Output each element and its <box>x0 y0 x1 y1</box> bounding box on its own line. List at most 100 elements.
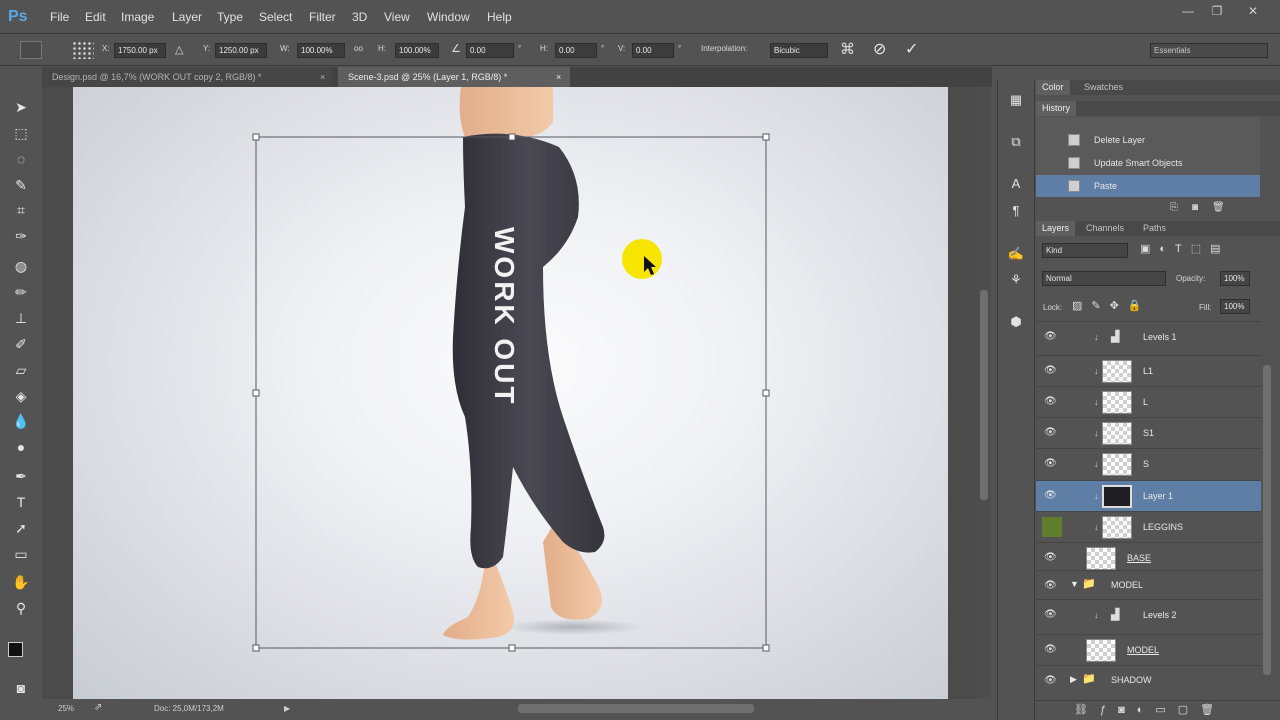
layer-row-selected[interactable]: 👁 ↓ Layer 1 <box>1036 480 1261 511</box>
visibility-off-box[interactable] <box>1042 517 1062 537</box>
visibility-eye-icon[interactable]: 👁 <box>1044 580 1058 592</box>
layer-action-icons[interactable]: ⛓ƒ◙◐▭▢🗑 <box>1074 703 1226 716</box>
tab-swatches[interactable]: Swatches <box>1078 80 1129 95</box>
layer-row[interactable]: 👁 ↓ ▟ Levels 2 <box>1036 599 1261 630</box>
menu-layer[interactable]: Layer <box>172 0 202 34</box>
menu-help[interactable]: Help <box>487 0 512 34</box>
collapse-group-icon[interactable]: ▶ <box>1070 674 1077 685</box>
lock-icons[interactable]: ▨✎✥🔒 <box>1072 299 1151 312</box>
foreground-color-swatch[interactable] <box>8 642 23 657</box>
tab-design[interactable]: Design.psd @ 16,7% (WORK OUT copy 2, RGB… <box>42 67 332 87</box>
visibility-eye-icon[interactable]: 👁 <box>1044 331 1058 343</box>
height-field[interactable]: 100.00% <box>395 43 439 58</box>
menu-3d[interactable]: 3D <box>352 0 367 34</box>
layer-group-row[interactable]: 👁 ▶ 📁 SHADOW <box>1036 665 1261 693</box>
visibility-eye-icon[interactable]: 👁 <box>1044 365 1058 377</box>
document-canvas[interactable]: WORK OUT <box>73 87 948 699</box>
width-field[interactable]: 100.00% <box>297 43 345 58</box>
quick-select-tool-icon[interactable]: ✎ <box>10 174 32 196</box>
history-item[interactable]: Delete Layer <box>1036 129 1260 151</box>
layer-row[interactable]: 👁 ↓ S1 <box>1036 417 1261 448</box>
expand-group-icon[interactable]: ▼ <box>1070 579 1079 589</box>
eraser-tool-icon[interactable]: ▱ <box>10 359 32 381</box>
visibility-eye-icon[interactable]: 👁 <box>1044 396 1058 408</box>
transform-tool-icon[interactable] <box>20 41 42 59</box>
menu-edit[interactable]: Edit <box>85 0 106 34</box>
tab-color[interactable]: Color <box>1036 80 1070 95</box>
dodge-tool-icon[interactable]: ● <box>10 436 32 458</box>
tab-design-close-icon[interactable]: × <box>320 67 325 87</box>
paint-bucket-tool-icon[interactable]: ◈ <box>10 385 32 407</box>
cancel-transform-icon[interactable]: ⊘ <box>873 39 886 59</box>
blur-tool-icon[interactable]: 💧 <box>10 410 32 432</box>
layer-row[interactable]: 👁 ↓ S <box>1036 448 1261 479</box>
restore-button[interactable]: ❐ <box>1206 4 1228 18</box>
menu-image[interactable]: Image <box>121 0 154 34</box>
horizontal-scrollbar-thumb[interactable] <box>518 704 754 713</box>
healing-tool-icon[interactable]: ◍ <box>10 255 32 277</box>
close-window-button[interactable]: ✕ <box>1238 4 1268 18</box>
visibility-eye-icon[interactable]: 👁 <box>1044 427 1058 439</box>
adjustments-panel-icon[interactable]: ▦ <box>1006 90 1026 110</box>
delta-icon[interactable]: △ <box>175 43 183 56</box>
3d-panel-icon[interactable]: ⬢ <box>1006 312 1026 332</box>
x-field[interactable]: 1750.00 px <box>114 43 166 58</box>
clone-source-icon[interactable]: ⚘ <box>1006 270 1026 290</box>
tab-channels[interactable]: Channels <box>1080 221 1130 236</box>
warp-icon[interactable]: ⌘ <box>840 40 855 58</box>
vskew-field[interactable]: 0.00 <box>632 43 674 58</box>
vertical-scrollbar-thumb[interactable] <box>980 290 988 500</box>
tab-scene[interactable]: Scene-3.psd @ 25% (Layer 1, RGB/8) * × <box>338 67 570 87</box>
workspace-select[interactable]: Essentials <box>1150 43 1268 58</box>
menu-select[interactable]: Select <box>259 0 292 34</box>
layer-row[interactable]: 👁 BASE <box>1036 542 1261 573</box>
commit-transform-icon[interactable]: ✓ <box>905 39 918 59</box>
layer-filter-icons[interactable]: ▣◐T⬚▤ <box>1140 242 1230 255</box>
interpolation-select[interactable]: Bicubic <box>770 43 828 58</box>
layer-row[interactable]: 👁 ↓ L1 <box>1036 355 1261 386</box>
status-menu-arrow[interactable]: ▶ <box>284 704 290 713</box>
zoom-tool-icon[interactable]: ⚲ <box>10 597 32 619</box>
crop-tool-icon[interactable]: ⌗ <box>10 199 32 221</box>
angle-field[interactable]: 0.00 <box>466 43 514 58</box>
export-icon[interactable]: ⇗ <box>94 702 102 713</box>
history-title[interactable]: History <box>1036 101 1077 116</box>
layer-group-row[interactable]: 👁 ▼ 📁 MODEL <box>1036 570 1261 598</box>
y-field[interactable]: 1250.00 px <box>215 43 267 58</box>
visibility-eye-icon[interactable]: 👁 <box>1044 490 1058 502</box>
menu-filter[interactable]: Filter <box>309 0 336 34</box>
pen-tool-icon[interactable]: ✒ <box>10 465 32 487</box>
reference-point-icon[interactable] <box>72 41 94 59</box>
menu-type[interactable]: Type <box>217 0 243 34</box>
visibility-eye-icon[interactable]: 👁 <box>1044 609 1058 621</box>
zoom-level[interactable]: 25% <box>58 704 74 713</box>
tab-layers[interactable]: Layers <box>1036 221 1076 236</box>
minimize-button[interactable]: — <box>1177 4 1199 18</box>
layers-scrollbar-thumb[interactable] <box>1263 365 1271 675</box>
hand-tool-icon[interactable]: ✋ <box>10 571 32 593</box>
menu-file[interactable]: File <box>50 0 69 34</box>
paragraph-panel-icon[interactable]: ¶ <box>1006 201 1026 221</box>
menu-view[interactable]: View <box>384 0 410 34</box>
path-select-tool-icon[interactable]: ➚ <box>10 517 32 539</box>
stamp-tool-icon[interactable]: ⊥ <box>10 307 32 329</box>
opacity-field[interactable]: 100% <box>1220 271 1250 286</box>
layer-row[interactable]: 👁 MODEL <box>1036 634 1261 665</box>
brush-tool-icon[interactable]: ✏ <box>10 281 32 303</box>
menu-window[interactable]: Window <box>427 0 470 34</box>
tab-paths[interactable]: Paths <box>1137 221 1172 236</box>
visibility-eye-icon[interactable]: 👁 <box>1044 644 1058 656</box>
visibility-eye-icon[interactable]: 👁 <box>1044 675 1058 687</box>
history-item[interactable]: Update Smart Objects <box>1036 152 1260 174</box>
brush-panel-icon[interactable]: ✍ <box>1006 244 1026 264</box>
tab-scene-close-icon[interactable]: × <box>556 67 561 87</box>
layer-row[interactable]: ↓ LEGGINS <box>1036 511 1261 542</box>
character-panel-icon[interactable]: A <box>1006 174 1026 194</box>
history-brush-tool-icon[interactable]: ✐ <box>10 333 32 355</box>
history-actions[interactable]: ⎘◙🗑 <box>1170 202 1250 216</box>
marquee-tool-icon[interactable]: ⬚ <box>10 122 32 144</box>
type-tool-icon[interactable]: T <box>10 491 32 513</box>
blend-mode-select[interactable]: Normal <box>1042 271 1166 286</box>
layer-row[interactable]: 👁 ↓ L <box>1036 386 1261 417</box>
link-icon[interactable]: oo <box>354 44 363 53</box>
